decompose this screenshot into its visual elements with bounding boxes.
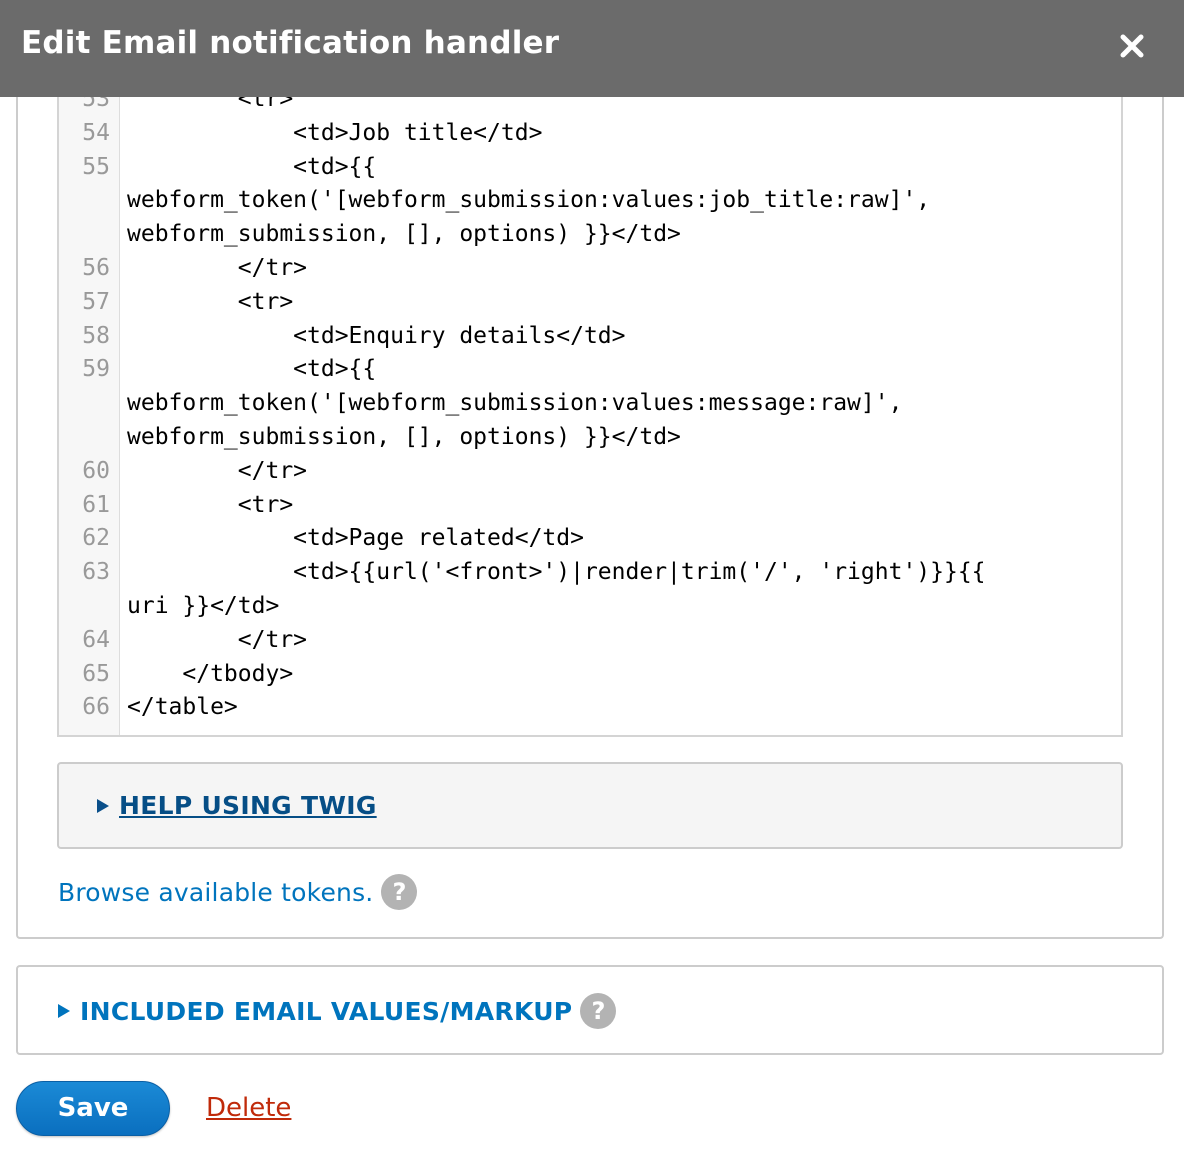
code-text[interactable]: webform_submission, [], options) }}</td> bbox=[119, 218, 1121, 252]
dialog-titlebar: Edit Email notification handler bbox=[0, 0, 1184, 97]
line-number: 53 bbox=[82, 97, 110, 112]
code-text[interactable]: <td>{{url('<front>')|render|trim('/', 'r… bbox=[119, 556, 1121, 590]
code-text[interactable]: <td>Enquiry details</td> bbox=[119, 320, 1121, 354]
code-line[interactable]: 54 <td>Job title</td> bbox=[59, 117, 1121, 151]
code-line[interactable]: 55 <td>{{ bbox=[59, 151, 1121, 185]
line-number: 66 bbox=[82, 694, 110, 721]
code-line[interactable]: 57 <tr> bbox=[59, 286, 1121, 320]
code-text[interactable]: <tr> bbox=[119, 489, 1121, 523]
line-number: 62 bbox=[82, 525, 110, 552]
code-text[interactable]: </table> bbox=[119, 691, 1121, 725]
code-text[interactable]: webform_submission, [], options) }}</td> bbox=[119, 421, 1121, 455]
dialog: Edit Email notification handler 53 <tr> 5… bbox=[0, 0, 1184, 1156]
line-number: 54 bbox=[82, 119, 110, 146]
code-line[interactable]: 66 </table> bbox=[59, 691, 1121, 725]
delete-link[interactable]: Delete bbox=[206, 1093, 291, 1123]
disclosure-triangle-icon bbox=[97, 798, 109, 813]
code-text[interactable]: <td>{{ bbox=[119, 151, 1121, 185]
help-icon[interactable]: ? bbox=[381, 874, 418, 910]
code-line[interactable]: webform_token('[webform_submission:value… bbox=[59, 184, 1121, 218]
code-line[interactable]: 53 <tr> bbox=[59, 97, 1121, 117]
code-text[interactable]: <tr> bbox=[119, 97, 1121, 117]
line-number: 61 bbox=[82, 491, 110, 518]
line-number bbox=[59, 421, 119, 455]
code-line[interactable]: 56 </tr> bbox=[59, 252, 1121, 286]
included-email-values-label[interactable]: INCLUDED EMAIL VALUES/MARKUP bbox=[80, 997, 572, 1026]
code-line[interactable]: 59 <td>{{ bbox=[59, 353, 1121, 387]
line-number: 60 bbox=[82, 457, 110, 484]
help-icon[interactable]: ? bbox=[580, 993, 617, 1029]
code-line[interactable]: uri }}</td> bbox=[59, 590, 1121, 624]
line-number bbox=[59, 590, 119, 624]
line-number: 57 bbox=[82, 288, 110, 315]
code-line[interactable]: 60 </tr> bbox=[59, 455, 1121, 489]
code-text[interactable]: </tbody> bbox=[119, 658, 1121, 692]
code-line[interactable]: 63 <td>{{url('<front>')|render|trim('/',… bbox=[59, 556, 1121, 590]
line-number bbox=[59, 218, 119, 252]
code-line[interactable]: 62 <td>Page related</td> bbox=[59, 522, 1121, 556]
disclosure-triangle-icon bbox=[58, 1004, 70, 1018]
line-number: 63 bbox=[82, 559, 110, 586]
line-number: 55 bbox=[82, 153, 110, 180]
help-using-twig-summary[interactable]: HELP USING TWIG bbox=[97, 791, 377, 820]
code-text[interactable]: </tr> bbox=[119, 455, 1121, 489]
line-number: 65 bbox=[82, 660, 110, 687]
code-text[interactable]: <td>Job title</td> bbox=[119, 117, 1121, 151]
code-editor[interactable]: 53 <tr> 54 <td>Job title</td> 55 <td>{{web… bbox=[57, 97, 1123, 737]
line-number: 58 bbox=[82, 322, 110, 349]
browse-tokens-link[interactable]: Browse available tokens. bbox=[58, 878, 373, 907]
code-line[interactable]: 61 <tr> bbox=[59, 489, 1121, 523]
code-text[interactable]: <td>Page related</td> bbox=[119, 522, 1121, 556]
code-line[interactable]: webform_submission, [], options) }}</td> bbox=[59, 421, 1121, 455]
code-text[interactable]: <tr> bbox=[119, 286, 1121, 320]
code-lines[interactable]: 53 <tr> 54 <td>Job title</td> 55 <td>{{web… bbox=[59, 97, 1121, 725]
code-text[interactable]: webform_token('[webform_submission:value… bbox=[119, 387, 1121, 421]
code-line[interactable]: 65 </tbody> bbox=[59, 658, 1121, 692]
line-number bbox=[59, 387, 119, 421]
code-line[interactable]: webform_token('[webform_submission:value… bbox=[59, 387, 1121, 421]
included-email-values-summary[interactable]: INCLUDED EMAIL VALUES/MARKUP ? bbox=[58, 993, 617, 1029]
line-number: 56 bbox=[82, 254, 110, 281]
line-number: 64 bbox=[82, 626, 110, 653]
code-text[interactable]: </tr> bbox=[119, 624, 1121, 658]
code-line[interactable]: webform_submission, [], options) }}</td> bbox=[59, 218, 1121, 252]
code-line[interactable]: 64 </tr> bbox=[59, 624, 1121, 658]
code-text[interactable]: <td>{{ bbox=[119, 353, 1121, 387]
code-text[interactable]: </tr> bbox=[119, 252, 1121, 286]
included-email-values-details: INCLUDED EMAIL VALUES/MARKUP ? bbox=[16, 965, 1164, 1055]
line-number bbox=[59, 184, 119, 218]
close-icon[interactable] bbox=[1114, 28, 1150, 64]
code-text[interactable]: webform_token('[webform_submission:value… bbox=[119, 184, 1121, 218]
code-text[interactable]: uri }}</td> bbox=[119, 590, 1121, 624]
browse-tokens-row: Browse available tokens. ? bbox=[58, 874, 418, 910]
code-line[interactable]: 58 <td>Enquiry details</td> bbox=[59, 320, 1121, 354]
save-button[interactable]: Save bbox=[16, 1081, 170, 1136]
line-number: 59 bbox=[82, 356, 110, 383]
help-using-twig-link[interactable]: HELP USING TWIG bbox=[119, 791, 377, 820]
dialog-title: Edit Email notification handler bbox=[21, 25, 560, 61]
help-using-twig-details: HELP USING TWIG bbox=[57, 762, 1123, 849]
